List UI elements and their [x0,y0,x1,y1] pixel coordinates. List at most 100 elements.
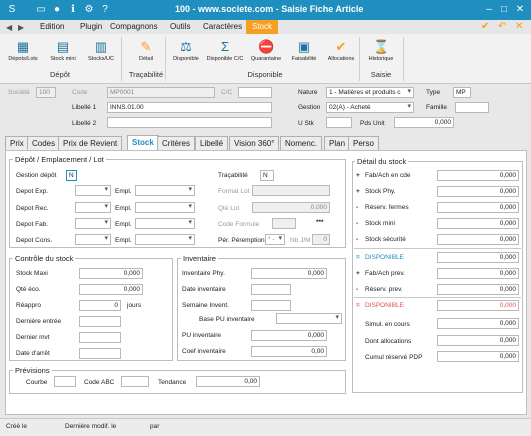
disponible-button[interactable]: ⚖ Disponible [168,39,204,62]
famille-label: Famille [426,104,447,111]
semaine-invent-field[interactable] [251,300,291,311]
stocks-uc-button[interactable]: ▥ Stocks/UC [83,39,119,62]
libelle2-field[interactable] [107,117,272,128]
gestion-select[interactable]: 02(A) - Acheté [326,102,414,113]
derniere-entree-field[interactable] [79,316,121,327]
type-field[interactable]: MP [453,87,471,98]
libelle1-field[interactable]: INNS.01.00 [107,102,272,113]
close-form-icon[interactable]: ✕ [515,21,523,32]
validate-check-icon[interactable]: ✔ [481,21,489,32]
info-icon[interactable]: ℹ [66,3,80,17]
sigma-icon: Σ [220,39,230,54]
courbe-field[interactable] [54,376,76,387]
tendance-field[interactable]: 0,00 [196,376,260,387]
gestion-label: Gestion [298,104,321,111]
settings-icon[interactable]: ⚙ [82,3,96,17]
date-arret-field[interactable] [79,348,121,359]
inventaire-section-title: Inventaire [181,254,218,263]
monitor-icon[interactable]: ▭ [34,3,48,17]
quarantaine-button[interactable]: ⛔ Quarantaine [247,39,285,62]
tracabilite-field[interactable]: N [260,170,274,181]
help-icon[interactable]: ? [98,3,112,17]
maximize-icon[interactable]: □ [497,3,511,17]
tab-criteres[interactable]: Critères [157,136,196,150]
gestion-depot-field[interactable]: N [66,170,77,181]
formule-stars[interactable]: *** [316,219,324,226]
reserv-fermes-field: 0,000 [437,202,519,213]
derniere-entree-label: Dernière entrée [16,318,62,325]
faisabilite-button[interactable]: ▣ Faisabilité [286,39,322,62]
depot-rec-select[interactable] [75,202,111,213]
back-arrow-icon[interactable]: ◀ [6,23,12,32]
allocations-button[interactable]: ✔ Allocations [323,39,359,62]
empl-rec-select[interactable] [135,202,195,213]
menu-stock[interactable]: Stock [246,20,278,34]
base-pu-select[interactable] [276,313,342,324]
coef-inventaire-field[interactable]: 0,00 [251,346,327,357]
inventaire-phy-field[interactable]: 0,000 [251,268,327,279]
tracabilite-label: Traçabilité [218,172,248,179]
tab-vision-360[interactable]: Vision 360° [229,136,280,150]
per-peremption-select[interactable]: * - [265,234,285,245]
quarantine-icon: ⛔ [258,39,275,54]
menu-edition[interactable]: Edition [40,22,64,31]
close-icon[interactable]: ✕ [513,3,527,17]
detail-button[interactable]: ✎ Détail [128,39,164,62]
qte-eco-field[interactable]: 0,000 [79,284,143,295]
depot-fab-select[interactable] [75,218,111,229]
date-inventaire-field[interactable] [251,284,291,295]
tab-stock[interactable]: Stock [127,135,159,150]
historique-button[interactable]: ⌛ Historique [362,39,400,62]
cc-field[interactable] [238,87,272,98]
ustk-label: U Stk [298,120,314,127]
stock-securite-label: Stock sécurité [365,236,406,243]
menu-caracteres[interactable]: Caractères [203,22,242,31]
depot-cons-label: Depot Cons. [16,237,53,244]
nature-select[interactable]: 1 - Matières et produits c [326,87,414,98]
tab-perso[interactable]: Perso [348,136,379,150]
per-peremption-label: Pér. Péremption [218,237,265,244]
stock-maxi-field[interactable]: 0,000 [79,268,143,279]
menu-outils[interactable]: Outils [170,22,190,31]
forward-arrow-icon[interactable]: ▶ [18,23,24,32]
empl-exp-select[interactable] [135,185,195,196]
depot-exp-select[interactable] [75,185,111,196]
sign-minus: - [356,220,359,227]
tab-nomenc[interactable]: Nomenc. [280,136,323,150]
depots-lots-button[interactable]: ▦ Dépots/Lots [5,39,41,62]
empl-cons-select[interactable] [135,234,195,245]
menu-plugin[interactable]: Plugin [80,22,102,31]
semaine-invent-label: Semaine Invent. [182,302,229,309]
qte-lot-label: Qté Lot [218,205,240,212]
dernier-mvt-field[interactable] [79,332,121,343]
sign-plus: + [356,188,360,195]
code-abc-field[interactable] [121,376,149,387]
empl-fab-select[interactable] [135,218,195,229]
pu-inventaire-field[interactable]: 0,000 [251,330,327,341]
ribbon-separator [403,37,404,81]
tab-codes[interactable]: Codes [27,136,61,150]
ribbon: ▦ Dépots/Lots ▤ Stock mini ▥ Stocks/UC Dépô… [0,34,531,84]
minimize-icon[interactable]: – [482,3,496,17]
tab-libelle[interactable]: Libellé [195,136,229,150]
pdsunit-field[interactable]: 0,000 [394,117,454,128]
simul-en-cours-label: Simul. en cours [365,321,410,328]
depot-cons-select[interactable] [75,234,111,245]
qte-eco-label: Qté éco. [16,286,41,293]
ustk-field[interactable] [326,117,352,128]
empl-label: Empl. [115,237,132,244]
stock-mini-button[interactable]: ▤ Stock mini [45,39,81,62]
tab-plan[interactable]: Plan [324,136,351,150]
disponible-cc-button[interactable]: Σ Disponible C/C [205,39,245,62]
menu-compagnons[interactable]: Compagnons [110,22,158,31]
undo-icon[interactable]: ↶ [498,21,506,32]
title-bar: S ▭ ● ℹ ⚙ ? 100 - www.societe.com - Sais… [0,0,531,20]
disponible-field: 0,000 [437,252,519,263]
cc-label: C/C [221,89,233,96]
user-icon[interactable]: ● [50,3,64,17]
depot-fab-label: Depot Fab. [16,221,49,228]
reappro-field[interactable]: 0 [79,300,121,311]
famille-field[interactable] [455,102,489,113]
tab-prix[interactable]: Prix [5,136,29,150]
tab-prix-de-revient[interactable]: Prix de Revient [58,136,123,150]
